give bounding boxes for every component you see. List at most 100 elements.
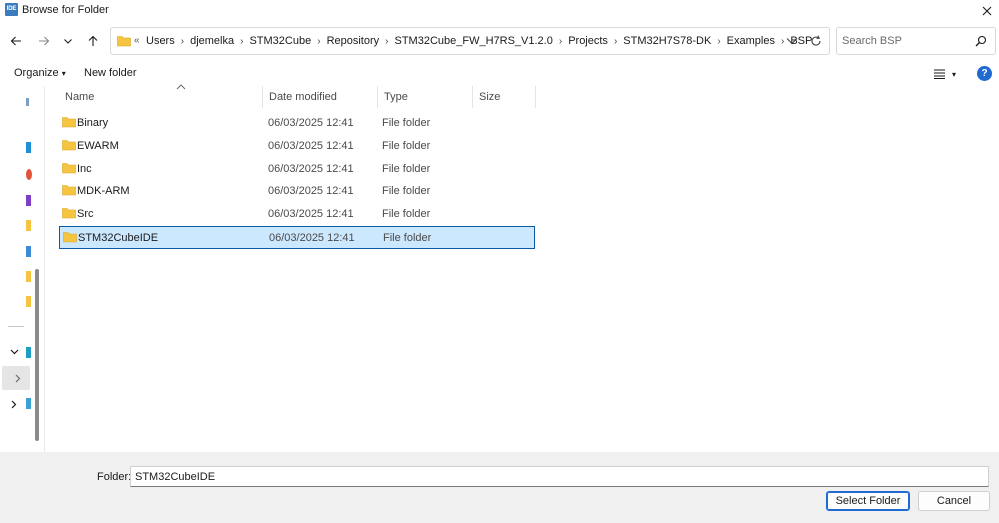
expand-toggle[interactable] bbox=[8, 398, 20, 410]
view-options-button[interactable]: ▾ bbox=[930, 65, 960, 83]
file-type: File folder bbox=[382, 208, 431, 221]
nav-item-icon[interactable] bbox=[26, 246, 31, 257]
search-input[interactable] bbox=[842, 33, 972, 49]
chevron-right-icon[interactable]: › bbox=[317, 36, 320, 47]
file-name: MDK-ARM bbox=[77, 185, 130, 198]
organize-menu[interactable]: Organize ▾ bbox=[14, 67, 66, 79]
help-button[interactable]: ? bbox=[977, 66, 992, 81]
dialog-footer: Folder: Select Folder Cancel bbox=[0, 452, 999, 523]
search-icon[interactable] bbox=[975, 35, 987, 47]
up-button[interactable] bbox=[82, 30, 104, 52]
file-type: File folder bbox=[382, 139, 431, 152]
search-box bbox=[836, 27, 996, 55]
command-bar: Organize ▾ New folder ▾ ? bbox=[0, 62, 999, 86]
column-header-name[interactable]: Name bbox=[59, 86, 263, 108]
title-bar: IDE Browse for Folder bbox=[0, 0, 999, 22]
file-date: 06/03/2025 12:41 bbox=[268, 139, 354, 152]
new-folder-button[interactable]: New folder bbox=[84, 67, 137, 79]
file-name: Binary bbox=[77, 117, 109, 129]
app-icon: IDE bbox=[5, 3, 18, 16]
arrow-up-icon bbox=[88, 35, 98, 46]
folder-icon bbox=[62, 139, 76, 151]
breadcrumb-item[interactable]: STM32H7S78-DK bbox=[623, 35, 711, 47]
folder-icon bbox=[62, 185, 76, 196]
column-header-type[interactable]: Type bbox=[378, 86, 473, 108]
caret-down-icon: ▾ bbox=[951, 69, 956, 79]
folder-label: Folder: bbox=[97, 471, 132, 483]
nav-scrollbar-thumb[interactable] bbox=[35, 269, 39, 441]
list-item[interactable]: Inc 06/03/2025 12:41 File folder bbox=[59, 158, 535, 181]
overflow-indicator[interactable]: « bbox=[134, 35, 140, 46]
chevron-down-icon bbox=[786, 38, 798, 45]
breadcrumb-item[interactable]: STM32Cube_FW_H7RS_V1.2.0 bbox=[394, 35, 552, 47]
divider bbox=[8, 326, 24, 327]
breadcrumb-item[interactable]: Repository bbox=[327, 35, 380, 47]
chevron-down-icon bbox=[64, 39, 72, 44]
breadcrumb-item[interactable]: Examples bbox=[727, 35, 775, 47]
arrow-right-icon bbox=[39, 36, 50, 46]
window-title: Browse for Folder bbox=[22, 4, 109, 16]
address-bar[interactable]: « Users › djemelka › STM32Cube › Reposit… bbox=[110, 27, 830, 55]
column-header-row: Name Date modified Type Size bbox=[59, 84, 539, 108]
expand-toggle[interactable] bbox=[12, 372, 24, 384]
folder-name-input[interactable] bbox=[130, 466, 989, 487]
forward-button[interactable] bbox=[33, 30, 55, 52]
close-button[interactable] bbox=[975, 0, 999, 22]
select-folder-button[interactable]: Select Folder bbox=[826, 491, 910, 511]
file-name: Src bbox=[77, 208, 94, 221]
folder-icon bbox=[62, 117, 76, 128]
folder-icon[interactable] bbox=[26, 296, 31, 307]
column-header-date[interactable]: Date modified bbox=[263, 86, 378, 108]
folder-icon[interactable] bbox=[26, 220, 31, 231]
nav-item-icon[interactable] bbox=[26, 195, 31, 206]
file-list-pane: Name Date modified Type Size Binary 06/0… bbox=[44, 84, 999, 452]
cancel-button[interactable]: Cancel bbox=[918, 491, 990, 511]
list-item[interactable]: EWARM 06/03/2025 12:41 File folder bbox=[59, 135, 535, 158]
chevron-right-icon[interactable]: › bbox=[559, 36, 562, 47]
back-button[interactable] bbox=[5, 30, 27, 52]
breadcrumb: Users › djemelka › STM32Cube › Repositor… bbox=[146, 35, 812, 47]
chevron-right-icon[interactable]: › bbox=[385, 36, 388, 47]
folder-icon[interactable] bbox=[26, 271, 31, 282]
organize-label: Organize bbox=[14, 67, 59, 79]
chevron-right-icon[interactable]: › bbox=[181, 36, 184, 47]
chevron-right-icon[interactable]: › bbox=[240, 36, 243, 47]
breadcrumb-item[interactable]: Users bbox=[146, 35, 175, 47]
chevron-right-icon bbox=[15, 374, 21, 382]
file-date: 06/03/2025 12:41 bbox=[268, 117, 354, 129]
file-type: File folder bbox=[382, 162, 431, 175]
breadcrumb-item[interactable]: STM32Cube bbox=[249, 35, 311, 47]
refresh-button[interactable] bbox=[807, 33, 825, 49]
file-date: 06/03/2025 12:41 bbox=[269, 231, 355, 244]
nav-item-icon[interactable] bbox=[26, 142, 31, 153]
folder-icon bbox=[117, 36, 131, 47]
file-type: File folder bbox=[382, 117, 431, 129]
list-view-icon bbox=[933, 69, 945, 79]
close-icon bbox=[982, 6, 992, 16]
chevron-right-icon[interactable]: › bbox=[717, 36, 720, 47]
file-name: EWARM bbox=[77, 139, 119, 152]
network-icon[interactable] bbox=[26, 398, 31, 409]
folder-icon bbox=[62, 208, 76, 219]
list-item[interactable]: MDK-ARM 06/03/2025 12:41 File folder bbox=[59, 180, 535, 203]
navigation-bar: « Users › djemelka › STM32Cube › Reposit… bbox=[0, 24, 999, 58]
breadcrumb-item[interactable]: Projects bbox=[568, 35, 608, 47]
chevron-right-icon[interactable]: › bbox=[614, 36, 617, 47]
address-dropdown-button[interactable] bbox=[783, 33, 801, 49]
refresh-icon bbox=[811, 35, 821, 46]
caret-down-icon: ▾ bbox=[61, 69, 66, 78]
list-item[interactable]: Binary 06/03/2025 12:41 File folder bbox=[59, 112, 535, 135]
file-date: 06/03/2025 12:41 bbox=[268, 208, 354, 221]
list-item[interactable]: Src 06/03/2025 12:41 File folder bbox=[59, 203, 535, 226]
expand-toggle[interactable] bbox=[8, 346, 20, 358]
list-item-selected[interactable]: STM32CubeIDE 06/03/2025 12:41 File folde… bbox=[59, 225, 535, 249]
nav-item-icon[interactable] bbox=[26, 169, 32, 180]
recent-locations-button[interactable] bbox=[57, 30, 79, 52]
chevron-down-icon bbox=[10, 349, 18, 355]
file-name: Inc bbox=[77, 162, 92, 175]
column-header-size[interactable]: Size bbox=[473, 86, 536, 108]
breadcrumb-item[interactable]: djemelka bbox=[190, 35, 234, 47]
navigation-pane[interactable] bbox=[0, 86, 44, 452]
nav-item-icon[interactable] bbox=[26, 347, 31, 358]
nav-item-icon[interactable] bbox=[26, 98, 29, 106]
